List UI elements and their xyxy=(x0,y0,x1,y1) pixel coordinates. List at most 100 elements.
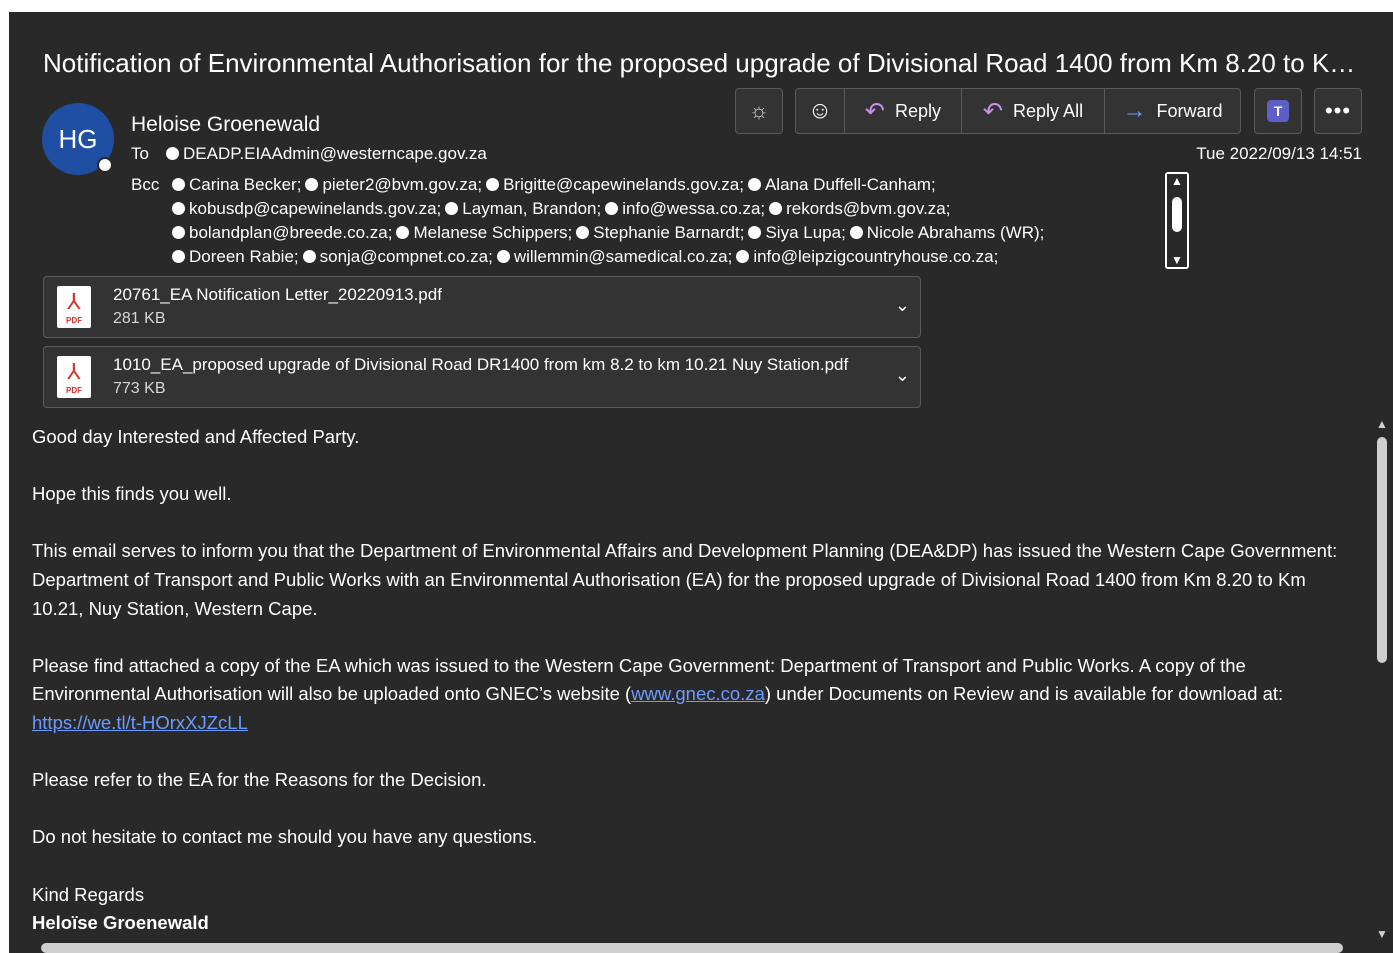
chevron-down-icon[interactable]: ⌄ xyxy=(895,295,910,316)
recipient-name: willemmin@samedical.co.za; xyxy=(513,247,733,266)
scroll-down-icon[interactable]: ▼ xyxy=(1371,927,1393,941)
reply-icon: ↶ xyxy=(864,97,886,125)
recipient-name: kobusdp@capewinelands.gov.za; xyxy=(189,199,442,218)
scroll-up-icon[interactable]: ▲ xyxy=(1371,417,1393,431)
recipient-name: Alana Duffell-Canham; xyxy=(764,175,936,194)
download-link[interactable]: https://we.tl/t-HOrxXJZcLL xyxy=(32,712,248,733)
recipient-name: Melanese Schippers; xyxy=(413,223,573,242)
presence-dot-icon xyxy=(769,202,783,215)
reply-all-button[interactable]: ↶ Reply All xyxy=(961,89,1104,133)
sun-icon: ☼ xyxy=(748,98,770,123)
presence-dot-icon xyxy=(396,226,410,239)
to-label: To xyxy=(131,144,149,163)
sender-name[interactable]: Heloise Groenewald xyxy=(131,113,320,137)
attachment-name: 1010_EA_proposed upgrade of Divisional R… xyxy=(113,355,849,374)
recipient-chip[interactable]: kobusdp@capewinelands.gov.za; xyxy=(172,199,441,218)
recipient-name: bolandplan@breede.co.za; xyxy=(189,223,393,242)
forward-arrow-icon: → xyxy=(1122,97,1147,124)
teams-button[interactable]: T xyxy=(1254,88,1302,134)
recipient-chip[interactable]: sonja@compnet.co.za; xyxy=(302,247,493,266)
bcc-label: Bcc xyxy=(131,175,160,194)
presence-dot-icon xyxy=(736,250,750,263)
avatar-initials: HG xyxy=(58,123,98,154)
recipient-chip[interactable]: Stephanie Barnardt; xyxy=(576,223,744,242)
recipient-chip[interactable]: info@leipzigcountryhouse.co.za; xyxy=(736,247,998,266)
signature-name: Heloïse Groenewald xyxy=(32,912,209,934)
recipient-chip[interactable]: Nicole Abrahams (WR); xyxy=(849,223,1044,242)
presence-dot-icon xyxy=(849,226,863,239)
more-actions-button[interactable]: ••• xyxy=(1314,88,1362,134)
sent-date: Tue 2022/09/13 14:51 xyxy=(1196,144,1362,163)
forward-label: Forward xyxy=(1156,100,1223,121)
recipient-chip[interactable]: Melanese Schippers; xyxy=(396,223,572,242)
scroll-up-icon[interactable]: ▲ xyxy=(1165,175,1189,187)
more-icon: ••• xyxy=(1324,98,1352,123)
reply-button[interactable]: ↶ Reply xyxy=(844,89,961,133)
presence-dot-icon xyxy=(302,250,316,263)
attachment-item[interactable]: ⅄ PDF 1010_EA_proposed upgrade of Divisio… xyxy=(43,346,921,408)
presence-dot-icon xyxy=(576,226,590,239)
reaction-button[interactable]: ☺ xyxy=(796,89,844,133)
reply-toolbar: ☺ ↶ Reply ↶ Reply All → Forward xyxy=(795,88,1241,134)
presence-dot-icon xyxy=(172,178,185,191)
recipient-chip[interactable]: Alana Duffell-Canham; xyxy=(747,175,936,194)
recipient-chip[interactable]: Siya Lupa; xyxy=(748,223,846,242)
body-text: ) under Documents on Review and is avail… xyxy=(764,683,1284,705)
smiley-icon: ☺ xyxy=(807,97,833,124)
recipient-chip[interactable]: Layman, Brandon; xyxy=(445,199,601,218)
recipient-chip[interactable]: willemmin@samedical.co.za; xyxy=(496,247,733,266)
scrollbar-thumb[interactable] xyxy=(41,943,1343,953)
recipient-chip[interactable]: Carina Becker; xyxy=(172,175,301,194)
bcc-row: kobusdp@capewinelands.gov.za; Layman, Bra… xyxy=(172,197,1048,221)
email-reading-pane: Notification of Environmental Authorisat… xyxy=(9,12,1393,953)
presence-dot-icon xyxy=(305,178,319,191)
recipient-name: info@wessa.co.za; xyxy=(622,199,766,218)
body-paragraph: Please refer to the EA for the Reasons f… xyxy=(32,769,487,791)
presence-dot-icon xyxy=(445,202,459,215)
teams-icon: T xyxy=(1267,100,1289,122)
recipients-scrollbar[interactable]: ▲ ▼ xyxy=(1165,172,1189,269)
presence-dot-icon xyxy=(166,147,179,160)
presence-dot-icon xyxy=(486,178,500,191)
recipient-chip[interactable]: rekords@bvm.gov.za; xyxy=(769,199,950,218)
signoff: Kind Regards xyxy=(32,883,145,905)
bcc-row: Doreen Rabie; sonja@compnet.co.za; willemm… xyxy=(172,245,1048,269)
recipient-name: Layman, Brandon; xyxy=(462,199,602,218)
bcc-row: Carina Becker; pieter2@bvm.gov.za; Brigitt… xyxy=(172,173,1048,197)
reply-all-label: Reply All xyxy=(1013,100,1084,121)
presence-dot-icon xyxy=(605,202,619,215)
pdf-file-icon: ⅄ PDF xyxy=(57,356,91,398)
presence-dot-icon xyxy=(172,226,185,239)
recipient-name: Carina Becker; xyxy=(189,175,302,194)
recipient-chip[interactable]: Doreen Rabie; xyxy=(172,247,299,266)
body-paragraph: Good day Interested and Affected Party. xyxy=(32,426,360,447)
body-paragraph: Hope this finds you well. xyxy=(32,483,232,505)
email-body: Good day Interested and Affected Party. … xyxy=(32,423,1357,938)
body-paragraph: Please find attached a copy of the EA wh… xyxy=(32,652,1357,738)
recipient-name: rekords@bvm.gov.za; xyxy=(786,199,951,218)
presence-dot-icon xyxy=(172,202,185,215)
recipient-chip[interactable]: bolandplan@breede.co.za; xyxy=(172,223,392,242)
recipient-chip[interactable]: Brigitte@capewinelands.gov.za; xyxy=(486,175,744,194)
scrollbar-thumb[interactable] xyxy=(1172,197,1182,232)
bcc-recipients: Carina Becker; pieter2@bvm.gov.za; Brigitt… xyxy=(172,173,1048,269)
scrollbar-thumb[interactable] xyxy=(1377,437,1387,663)
theme-toggle-button[interactable]: ☼ xyxy=(735,88,783,134)
forward-button[interactable]: → Forward xyxy=(1104,89,1240,133)
recipient-chip[interactable]: info@wessa.co.za; xyxy=(605,199,765,218)
presence-status-icon xyxy=(97,157,113,173)
presence-dot-icon xyxy=(496,250,510,263)
attachment-size: 281 KB xyxy=(113,310,166,327)
scroll-down-icon[interactable]: ▼ xyxy=(1165,254,1189,266)
pdf-file-icon: ⅄ PDF xyxy=(57,286,91,328)
body-horizontal-scrollbar[interactable] xyxy=(21,941,1366,953)
body-paragraph: This email serves to inform you that the… xyxy=(32,540,1338,619)
recipient-chip[interactable]: pieter2@bvm.gov.za; xyxy=(305,175,482,194)
body-vertical-scrollbar[interactable]: ▲ ▼ xyxy=(1371,413,1393,941)
body-paragraph: Do not hesitate to contact me should you… xyxy=(32,826,537,848)
chevron-down-icon[interactable]: ⌄ xyxy=(895,365,910,386)
recipient-chip[interactable]: DEADP.EIAAdmin@westerncape.gov.za xyxy=(166,144,487,163)
recipient-name: pieter2@bvm.gov.za; xyxy=(322,175,483,194)
gnec-website-link[interactable]: www.gnec.co.za xyxy=(631,683,765,704)
attachment-item[interactable]: ⅄ PDF 20761_EA Notification Letter_202209… xyxy=(43,276,921,338)
